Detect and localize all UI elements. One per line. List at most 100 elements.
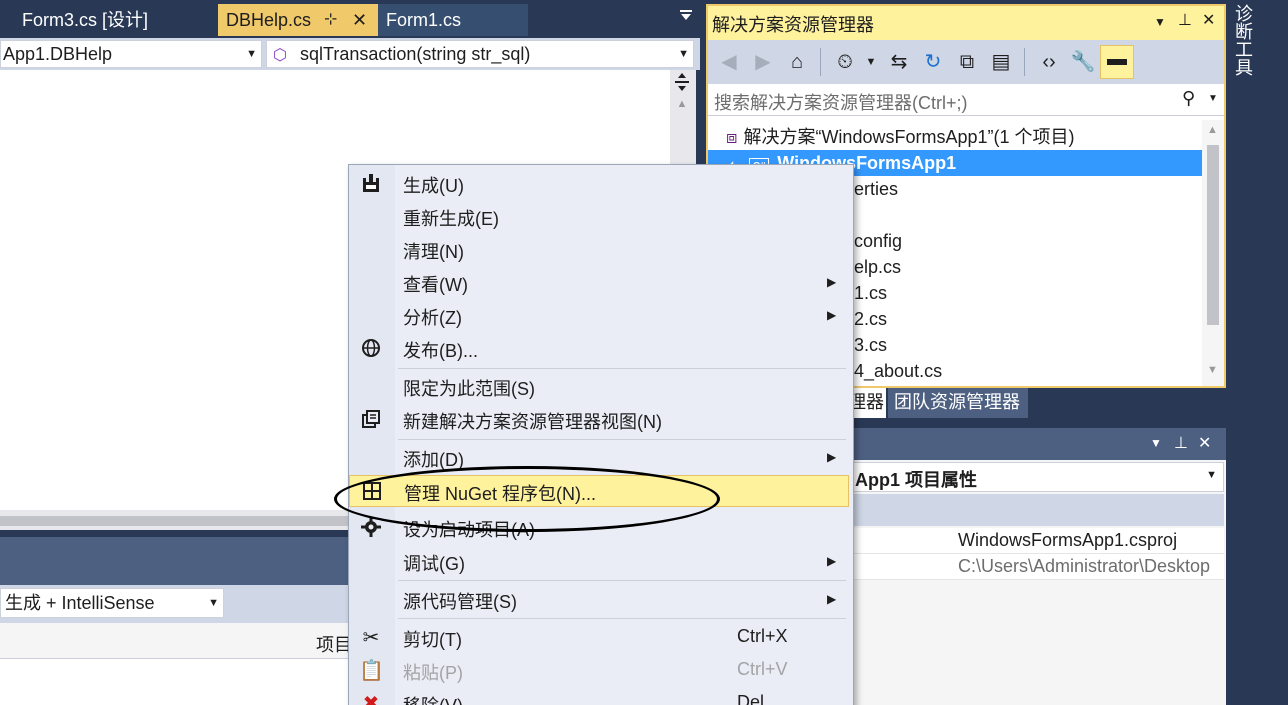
menu-item-view[interactable]: 查看(W) ▶	[349, 267, 849, 299]
solution-icon: ⧈	[726, 127, 738, 147]
submenu-arrow-icon: ▶	[827, 275, 837, 289]
menu-item-scope-to-this[interactable]: 限定为此范围(S)	[349, 371, 849, 403]
remove-icon: ✖	[362, 693, 380, 705]
build-filter-combo[interactable]: 生成 + IntelliSense ▼	[0, 588, 224, 618]
menu-item-clean[interactable]: 清理(N)	[349, 234, 849, 266]
split-icon[interactable]	[670, 72, 694, 96]
menu-item-new-explorer-view[interactable]: 新建解决方案资源管理器视图(N)	[349, 404, 849, 436]
pin-icon[interactable]: ⊥	[1178, 10, 1192, 30]
properties-object-text: App1 项目属性	[855, 470, 978, 490]
menu-item-paste: 📋 粘贴(P) Ctrl+V	[349, 655, 849, 687]
chevron-down-icon: ▼	[678, 48, 689, 60]
menu-item-build[interactable]: 生成(U)	[349, 168, 849, 200]
tab-team-explorer[interactable]: 团队资源管理器	[888, 388, 1028, 418]
tab-label: DBHelp.cs	[226, 10, 312, 30]
tree-item-label: 1.cs	[854, 283, 888, 303]
paste-icon: 📋	[359, 660, 384, 682]
editor-tab-strip: Form3.cs [设计] DBHelp.cs ⊹ ✕ Form1.cs	[0, 0, 700, 38]
tab-overflow-icon[interactable]	[676, 8, 696, 28]
submenu-arrow-icon: ▶	[827, 450, 837, 464]
menu-item-analyze[interactable]: 分析(Z) ▶	[349, 300, 849, 332]
close-icon[interactable]: ✕	[1198, 433, 1211, 453]
scroll-up-icon[interactable]: ▲	[670, 98, 694, 120]
chevron-down-icon[interactable]: ▼	[1154, 15, 1166, 29]
menu-item-source-control[interactable]: 源代码管理(S) ▶	[349, 584, 849, 616]
home-icon[interactable]: ⌂	[784, 49, 810, 75]
menu-item-label: 粘贴(P)	[403, 663, 463, 683]
submenu-arrow-icon: ▶	[827, 554, 837, 568]
menu-item-label: 新建解决方案资源管理器视图(N)	[403, 412, 662, 432]
tab-label: Form1.cs	[386, 10, 462, 30]
tree-item-label: config	[854, 231, 903, 251]
menu-separator	[398, 618, 846, 619]
navigation-bar: App1.DBHelp ▼ ⬡ sqlTransaction(string st…	[0, 38, 700, 70]
solution-explorer-title: 解决方案资源管理器	[712, 15, 874, 35]
menu-item-rebuild[interactable]: 重新生成(E)	[349, 201, 849, 233]
close-icon[interactable]: ✕	[1202, 10, 1215, 30]
chevron-down-icon[interactable]: ▼	[1150, 436, 1162, 450]
member-combo[interactable]: ⬡ sqlTransaction(string str_sql) ▼	[266, 40, 694, 68]
diagnostics-tab[interactable]: 诊断工具	[1232, 4, 1256, 144]
search-input[interactable]: 搜索解决方案资源管理器(Ctrl+;)	[714, 89, 968, 115]
tab-dbhelp[interactable]: DBHelp.cs ⊹ ✕	[218, 4, 378, 36]
menu-item-label: 移除(V)	[403, 692, 463, 705]
menu-item-label: 剪切(T)	[403, 630, 462, 650]
menu-item-publish[interactable]: 发布(B)...	[349, 333, 849, 365]
new-view-icon	[359, 408, 383, 432]
menu-item-label: 调试(G)	[403, 554, 465, 574]
chevron-down-icon: ▼	[246, 48, 257, 60]
scrollbar-thumb[interactable]	[1207, 145, 1219, 325]
column-project[interactable]: 项目	[316, 631, 352, 657]
preview-selected-icon[interactable]: ▬	[1100, 45, 1134, 79]
menu-item-label: 发布(B)...	[403, 341, 478, 361]
annotation-oval	[334, 466, 720, 532]
solution-explorer-toolbar: ◀ ▶ ⌂ ⏲ ▼ ⇆ ↻ ⧉ ▤ ‹› 🔧 ▬	[708, 40, 1224, 84]
chevron-down-icon[interactable]: ▼	[1208, 93, 1218, 104]
forward-icon[interactable]: ▶	[750, 49, 776, 75]
menu-item-label: 生成(U)	[403, 176, 464, 196]
toolbar-separator	[1024, 48, 1025, 76]
refresh-icon[interactable]: ↻	[920, 49, 946, 75]
search-icon[interactable]: ⚲	[1182, 88, 1195, 109]
solution-explorer-search[interactable]: 搜索解决方案资源管理器(Ctrl+;) ⚲ ▼	[708, 84, 1224, 116]
type-combo[interactable]: App1.DBHelp ▼	[0, 40, 262, 68]
tree-item-label: erties	[854, 179, 899, 199]
property-value: WindowsFormsApp1.csproj	[958, 530, 1178, 550]
tab-label: Form3.cs [设计]	[22, 10, 149, 30]
pin-icon[interactable]: ⊹	[324, 4, 337, 36]
close-icon[interactable]: ✕	[352, 4, 367, 36]
method-icon: ⬡	[273, 47, 287, 64]
menu-separator	[398, 580, 846, 581]
scroll-down-icon[interactable]: ▼	[1207, 364, 1218, 376]
menu-item-label: 限定为此范围(S)	[403, 379, 535, 399]
tree-item-solution[interactable]: ⧈ 解决方案“WindowsFormsApp1”(1 个项目)	[708, 124, 1202, 150]
view-code-icon[interactable]: ‹›	[1036, 49, 1062, 75]
tree-item-label: 2.cs	[854, 309, 888, 329]
sync-icon[interactable]: ⇆	[886, 49, 912, 75]
properties-icon[interactable]: 🔧	[1070, 49, 1096, 75]
menu-item-label: 源代码管理(S)	[403, 592, 517, 612]
build-filter-value: 生成 + IntelliSense	[5, 593, 155, 613]
show-all-files-icon[interactable]: ▤	[988, 49, 1014, 75]
member-combo-value: sqlTransaction(string str_sql)	[299, 44, 531, 64]
tree-item-label: 解决方案“WindowsFormsApp1”(1 个项目)	[743, 127, 1075, 147]
menu-item-debug[interactable]: 调试(G) ▶	[349, 546, 849, 578]
tree-item-label: 3.cs	[854, 335, 888, 355]
scrollbar-thumb[interactable]	[0, 516, 360, 526]
menu-item-remove[interactable]: ✖ 移除(V) Del	[349, 688, 849, 705]
build-icon	[359, 172, 383, 196]
pin-icon[interactable]: ⊥	[1174, 433, 1188, 453]
menu-item-cut[interactable]: ✂ 剪切(T) Ctrl+X	[349, 622, 849, 654]
tab-form1[interactable]: Form1.cs	[378, 4, 528, 36]
solution-explorer-title-bar: 解决方案资源管理器 ▼ ⊥ ✕	[708, 6, 1224, 40]
scissors-icon: ✂	[362, 627, 380, 649]
tab-form3-designer[interactable]: Form3.cs [设计]	[0, 4, 218, 36]
menu-separator	[398, 368, 846, 369]
pending-changes-icon[interactable]: ⏲	[832, 49, 858, 75]
submenu-arrow-icon: ▶	[827, 308, 837, 322]
back-icon[interactable]: ◀	[716, 49, 742, 75]
scroll-up-icon[interactable]: ▲	[1207, 124, 1218, 136]
collapse-all-icon[interactable]: ⧉	[954, 49, 980, 75]
chevron-down-icon[interactable]: ▼	[858, 49, 884, 75]
menu-item-label: 分析(Z)	[403, 308, 462, 328]
